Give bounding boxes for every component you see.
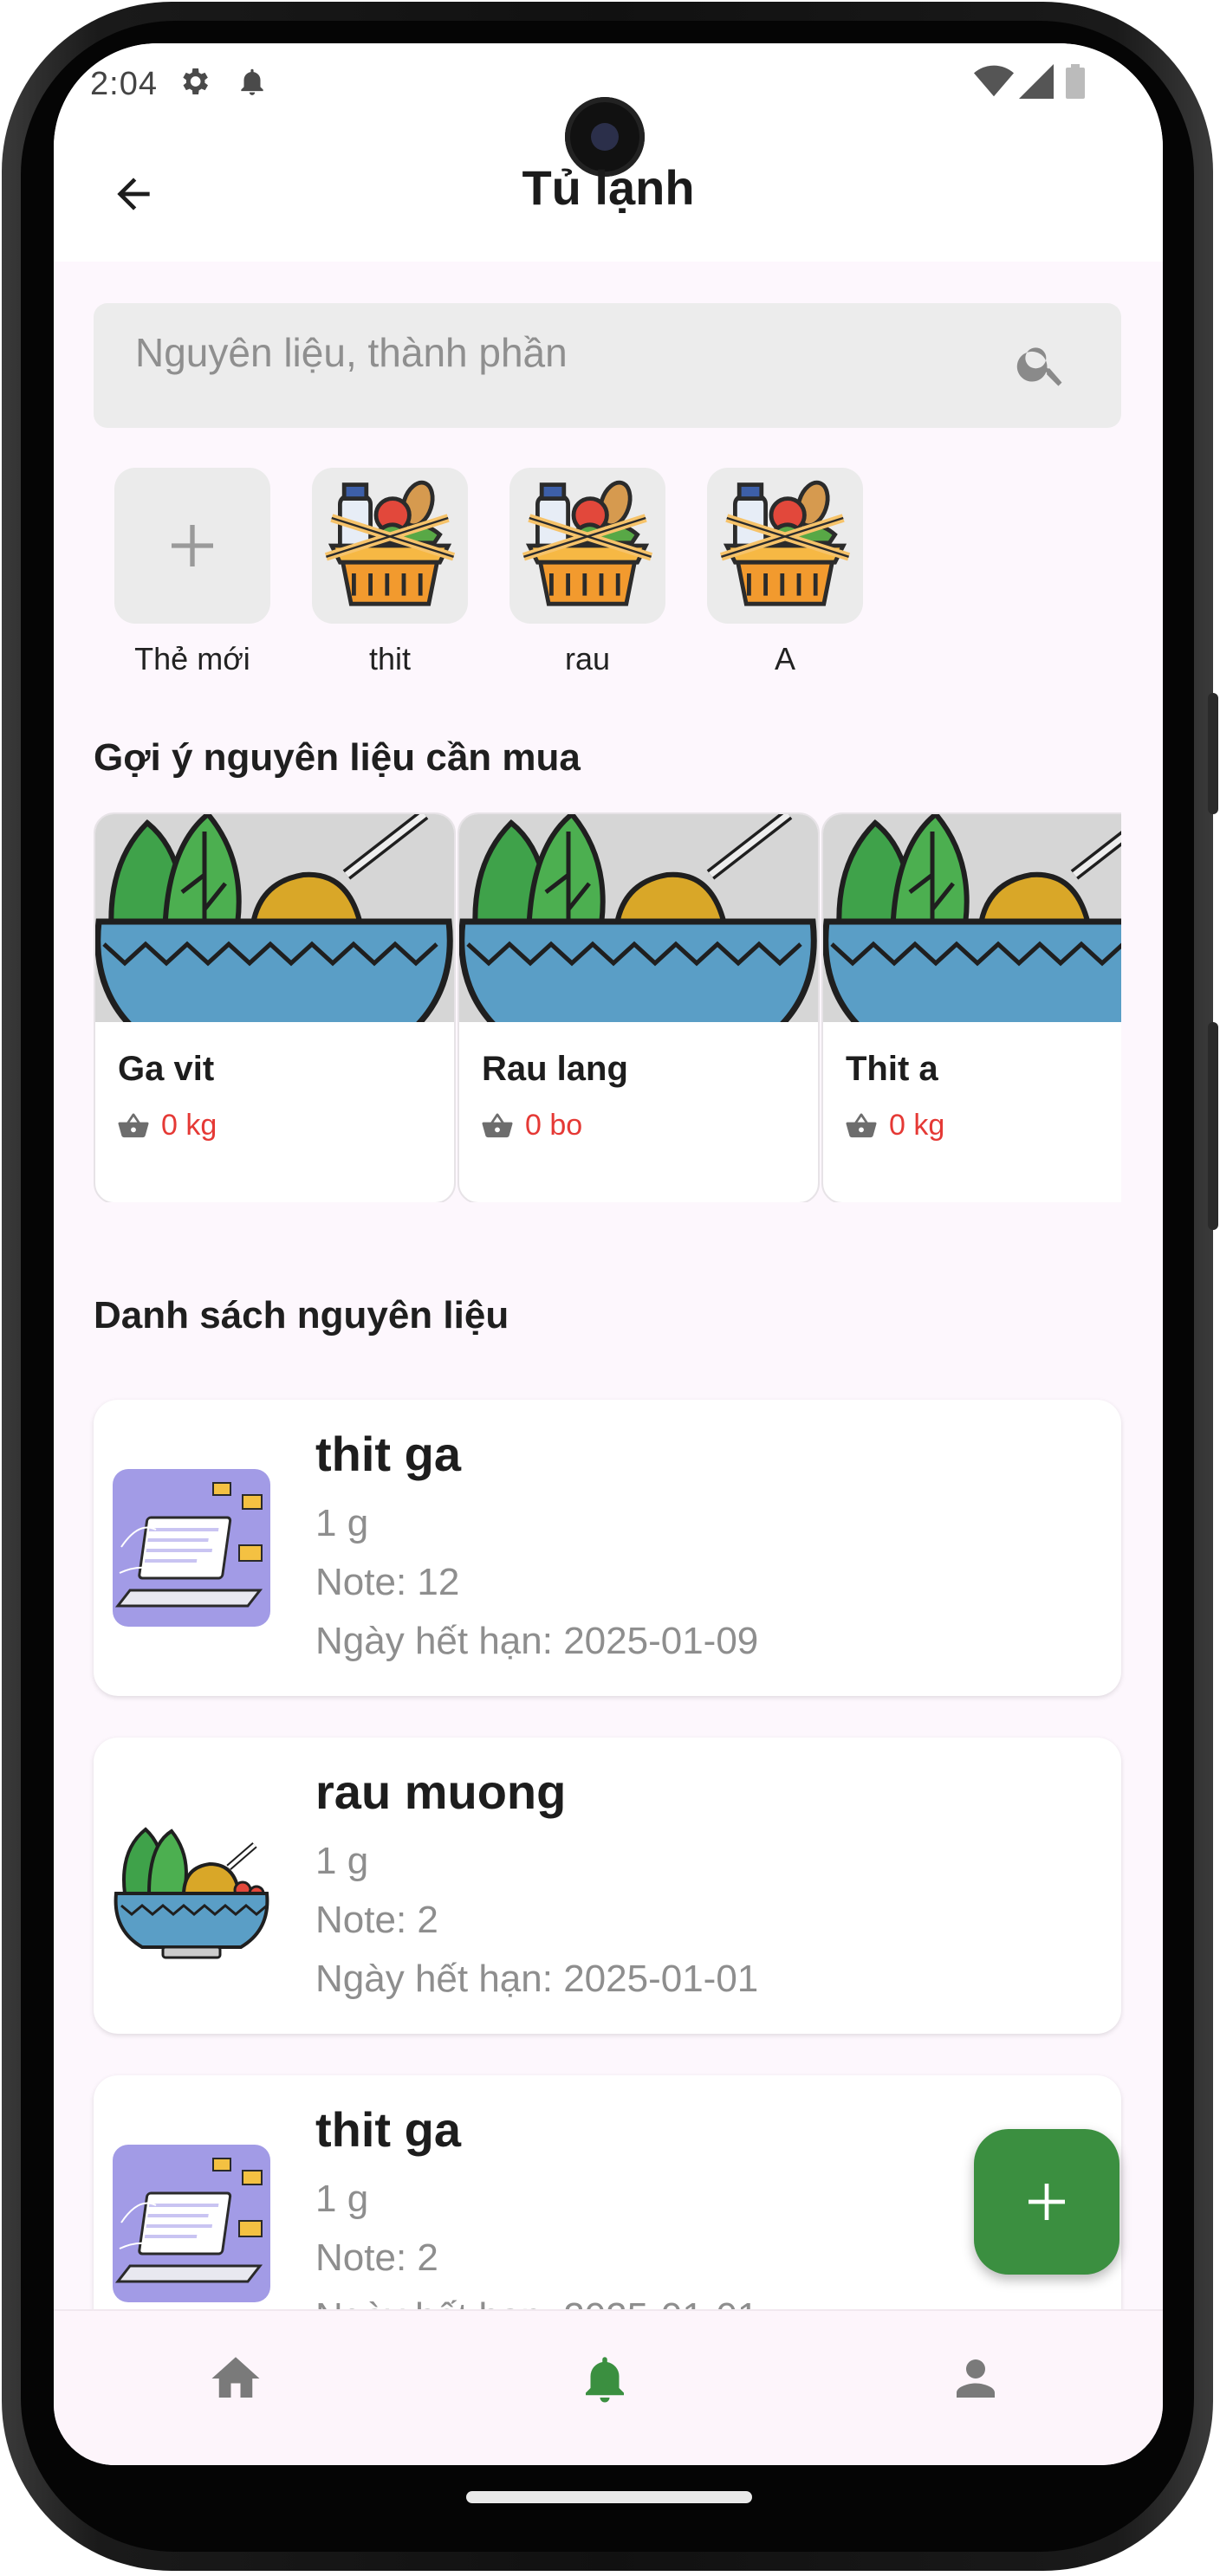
nav-notifications[interactable] — [570, 2344, 639, 2413]
food-bowl-illustration — [113, 1807, 270, 1964]
basket-icon — [118, 1112, 149, 1137]
gear-icon — [177, 64, 211, 107]
search-icon[interactable] — [1014, 336, 1069, 396]
ingredient-card[interactable]: thit ga 1 g Note: 12 Ngày hết hạn: 2025-… — [94, 1400, 1121, 1696]
grocery-basket-icon — [522, 480, 653, 606]
tag-label: Thẻ mới — [134, 641, 250, 676]
person-icon — [957, 2359, 995, 2398]
bell-icon — [586, 2357, 624, 2403]
app-screen: 2:04 Tủ lạnh Nguyên liệu, thành phần Thẻ… — [54, 43, 1163, 2465]
grocery-basket-icon — [324, 480, 456, 606]
food-bowl-image — [459, 814, 818, 1022]
search-input[interactable]: Nguyên liệu, thành phần — [94, 303, 1121, 428]
bell-icon — [236, 64, 269, 107]
plus-icon — [172, 525, 213, 566]
tag-item[interactable]: A — [707, 468, 863, 677]
tag-new-box[interactable] — [114, 468, 270, 624]
suggestion-name: Thit a — [846, 1050, 938, 1088]
ingredient-name: thit ga — [315, 1427, 461, 1481]
home-indicator[interactable] — [466, 2491, 752, 2503]
tag-label: rau — [564, 641, 611, 676]
tag-icon-box[interactable] — [707, 468, 863, 624]
ingredient-note: Note: 2 — [315, 2236, 438, 2279]
suggestion-qty-row: 0 kg — [118, 1109, 217, 1142]
ingredient-card[interactable]: rau muong 1 g Note: 2 Ngày hết hạn: 2025… — [94, 1738, 1121, 2034]
tag-icon-box[interactable] — [312, 468, 468, 624]
ingredient-amount: 1 g — [315, 1840, 369, 1882]
plus-icon — [1029, 2184, 1065, 2220]
suggestion-card[interactable]: Thit a 0 kg — [821, 812, 1121, 1202]
suggestion-qty: 0 kg — [889, 1109, 945, 1142]
suggestion-list[interactable]: Ga vit 0 kg Rau lang 0 bo Thit a 0 kg — [94, 812, 1121, 1202]
suggestions-title: Gợi ý nguyên liệu cần mua — [94, 736, 581, 779]
power-button — [1208, 1022, 1218, 1230]
tag-item[interactable]: rau — [509, 468, 665, 677]
tag-label: thit — [368, 641, 412, 676]
volume-button — [1208, 693, 1218, 814]
ingredient-name: rau muong — [315, 1764, 567, 1819]
suggestion-qty-row: 0 bo — [482, 1109, 582, 1142]
suggestion-card[interactable]: Ga vit 0 kg — [94, 812, 456, 1202]
nav-profile[interactable] — [941, 2344, 1010, 2413]
laptop-mail-illustration — [113, 1469, 270, 1627]
wifi-icon — [974, 64, 1014, 107]
nav-home[interactable] — [201, 2344, 270, 2413]
ingredient-expiry: Ngày hết hạn: 2025-01-09 — [315, 1620, 759, 1662]
grocery-basket-icon — [719, 480, 851, 606]
ingredient-expiry: Ngày hết hạn: 2025-01-01 — [315, 1958, 759, 2000]
suggestion-name: Rau lang — [482, 1050, 628, 1088]
home-icon — [211, 2357, 260, 2398]
ingredient-amount: 1 g — [315, 2178, 369, 2220]
ingredient-note: Note: 2 — [315, 1899, 438, 1941]
tag-label: A — [774, 641, 795, 676]
suggestion-qty-row: 0 kg — [846, 1109, 944, 1142]
search-placeholder: Nguyên liệu, thành phần — [135, 330, 568, 375]
ingredient-amount: 1 g — [315, 1502, 369, 1544]
add-ingredient-button[interactable] — [974, 2129, 1119, 2275]
suggestion-card[interactable]: Rau lang 0 bo — [458, 812, 820, 1202]
laptop-mail-illustration — [113, 2145, 270, 2302]
suggestion-qty: 0 kg — [161, 1109, 217, 1142]
suggestion-name: Ga vit — [118, 1050, 215, 1088]
ingredient-note: Note: 12 — [315, 1561, 460, 1603]
app-bar: 2:04 Tủ lạnh — [54, 43, 1163, 262]
page-title: Tủ lạnh — [522, 160, 695, 215]
food-bowl-image — [95, 814, 454, 1022]
signal-icon — [1019, 64, 1054, 107]
tag-icon-box[interactable] — [509, 468, 665, 624]
suggestion-qty: 0 bo — [525, 1109, 583, 1142]
status-time: 2:04 — [90, 66, 158, 102]
basket-icon — [846, 1112, 877, 1137]
basket-icon — [482, 1112, 513, 1137]
tag-item[interactable]: thit — [312, 468, 468, 677]
food-bowl-image — [823, 814, 1121, 1022]
battery-icon — [1066, 64, 1085, 107]
tag-new[interactable]: Thẻ mới — [114, 468, 270, 677]
bottom-nav — [54, 2309, 1163, 2465]
ingredients-title: Danh sách nguyên liệu — [94, 1294, 509, 1337]
ingredient-name: thit ga — [315, 2102, 461, 2157]
